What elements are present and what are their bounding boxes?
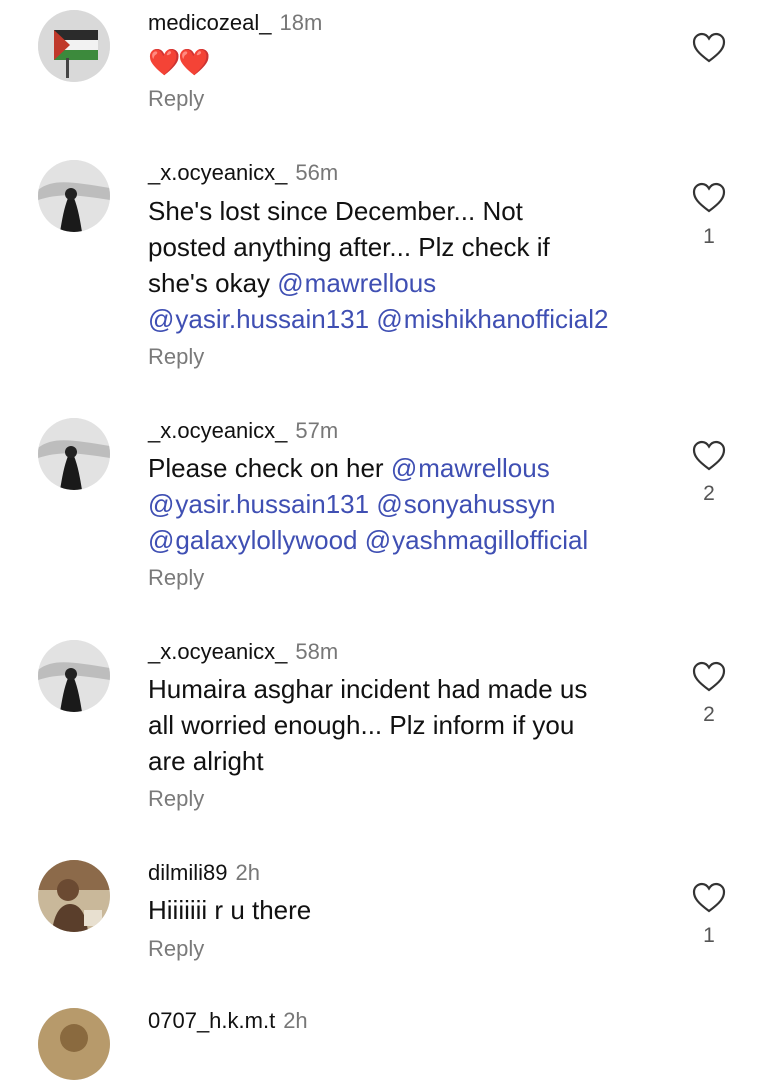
mention-text: yashmagillofficial [392,525,589,555]
comment-line: @galaxylollywood @yashmagillofficial [148,522,668,558]
mention-link[interactable]: @mawrellous [277,268,436,298]
threads-at-icon: @ [376,489,403,519]
comment-header: dilmili89 2h [148,860,260,886]
avatar[interactable] [38,860,110,932]
mention-link[interactable]: @yashmagillofficial [365,525,588,555]
heart-outline-icon [692,882,726,913]
username[interactable]: dilmili89 [148,860,227,885]
threads-at-icon: @ [148,525,175,555]
comment-header: medicozeal_ 18m [148,10,322,36]
threads-at-icon: @ [390,453,418,483]
comment-line: are alright [148,746,264,776]
mention-link[interactable]: @mawrellous [391,453,550,483]
avatar-image [38,418,110,490]
comment-header: _x.ocyeanicx_ 57m [148,418,338,444]
username[interactable]: _x.ocyeanicx_ [148,418,287,443]
comment-line: @yasir.hussain131 @sonyahussyn [148,486,668,522]
reply-button[interactable]: Reply [148,344,204,370]
comment-text: Hiiiiiii r u there [148,895,312,925]
mention-text: sonyahussyn [403,489,556,519]
timestamp: 18m [279,10,323,35]
comment-header: 0707_h.k.m.t 2h [148,1008,308,1034]
avatar[interactable] [38,1008,110,1080]
timestamp: 2h [283,1008,308,1033]
threads-at-icon: @ [148,304,175,334]
avatar-image [38,860,110,932]
mention-text: yasir.hussain131 [175,304,370,334]
comment-text: ❤️❤️ [148,47,211,77]
avatar[interactable] [38,160,110,232]
mention-text: mawrellous [418,453,550,483]
reply-button[interactable]: Reply [148,936,204,962]
threads-at-icon: @ [364,525,392,555]
threads-at-icon: @ [277,268,304,298]
timestamp: 56m [295,160,339,185]
mention-link[interactable]: @sonyahussyn [376,489,555,519]
comment-text: Please check on her @mawrellous @yasir.h… [148,450,668,558]
timestamp: 58m [295,639,339,664]
timestamp: 57m [295,418,339,443]
mention-text: mishikhanofficial2 [403,304,609,334]
like-count: 1 [703,225,715,248]
comment-text: Humaira asghar incident had made us all … [148,671,668,779]
username[interactable]: _x.ocyeanicx_ [148,639,287,664]
threads-at-icon: @ [376,304,403,334]
reply-button[interactable]: Reply [148,86,204,112]
avatar[interactable] [38,10,110,82]
mention-link[interactable]: @galaxylollywood [148,525,358,555]
comment-line: @yasir.hussain131 @mishikhanofficial2 [148,301,668,337]
like-button[interactable] [692,661,726,693]
heart-outline-icon [692,661,726,692]
mention-link[interactable]: @yasir.hussain131 [148,489,369,519]
threads-at-icon: @ [148,489,175,519]
like-button[interactable] [692,440,726,472]
comment-header: _x.ocyeanicx_ 56m [148,160,338,186]
mention-text: galaxylollywood [175,525,358,555]
comment-line-text: Please check on her [148,453,391,483]
like-count: 1 [703,924,715,947]
comment-line: all worried enough... Plz inform if you [148,710,575,740]
username[interactable]: _x.ocyeanicx_ [148,160,287,185]
mention-link[interactable]: @mishikhanofficial2 [376,304,608,334]
like-count: 2 [703,482,715,505]
comment-line: Please check on her @mawrellous [148,450,668,486]
avatar-image [38,640,110,712]
avatar[interactable] [38,640,110,712]
heart-outline-icon [692,32,726,63]
comment-line: posted anything after... Plz check if [148,232,550,262]
like-button[interactable] [692,882,726,914]
comment-line: Humaira asghar incident had made us [148,674,588,704]
mention-text: mawrellous [304,268,437,298]
like-count: 2 [703,703,715,726]
mention-text: yasir.hussain131 [175,489,370,519]
username[interactable]: medicozeal_ [148,10,272,35]
like-button[interactable] [692,182,726,214]
avatar-image [38,10,110,82]
comment-header: _x.ocyeanicx_ 58m [148,639,338,665]
heart-outline-icon [692,182,726,213]
heart-outline-icon [692,440,726,471]
comment-line: She's lost since December... Not [148,196,523,226]
reply-button[interactable]: Reply [148,786,204,812]
avatar[interactable] [38,418,110,490]
comment-line: she's okay @mawrellous [148,265,668,301]
username[interactable]: 0707_h.k.m.t [148,1008,275,1033]
comment-line-text: she's okay [148,268,278,298]
timestamp: 2h [235,860,260,885]
mention-link[interactable]: @yasir.hussain131 [148,304,369,334]
like-button[interactable] [692,32,726,64]
avatar-image [38,1008,110,1080]
comment-text: She's lost since December... Not posted … [148,193,668,337]
reply-button[interactable]: Reply [148,565,204,591]
avatar-image [38,160,110,232]
